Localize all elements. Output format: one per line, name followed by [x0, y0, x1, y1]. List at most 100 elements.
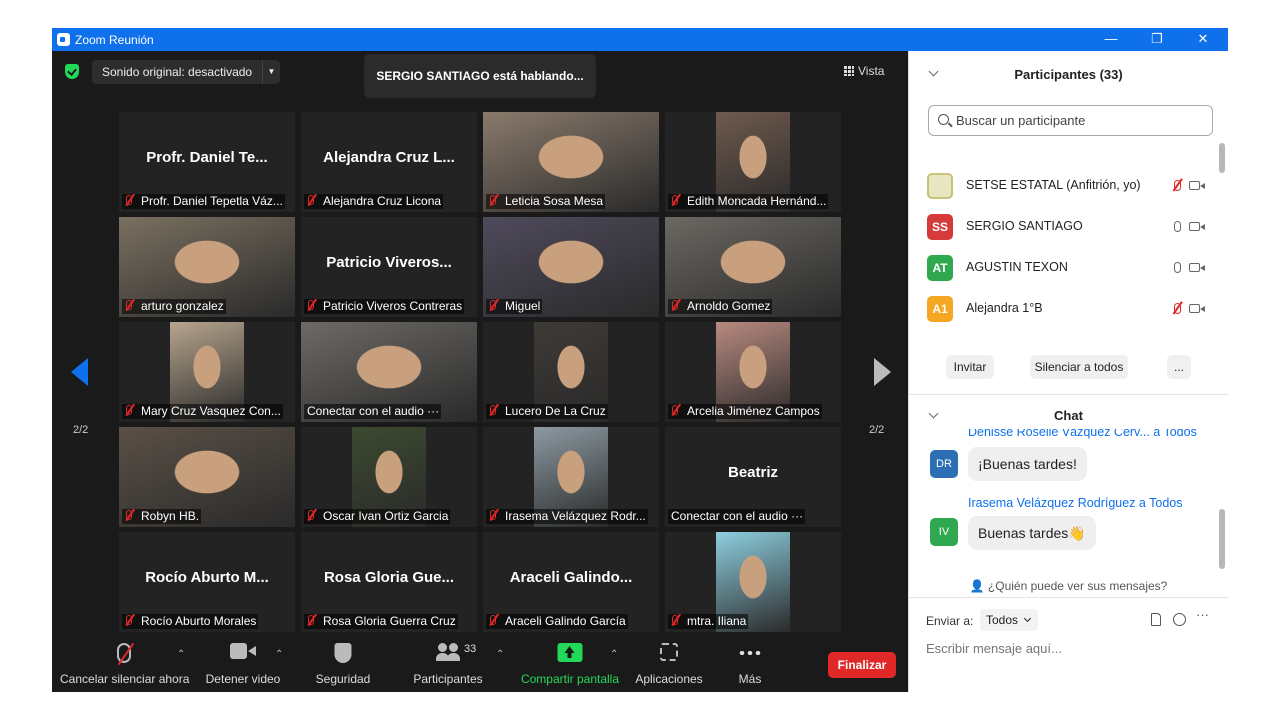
participant-name-label: Lucero De La Cruz [486, 404, 608, 419]
participants-options-caret-icon[interactable]: ⌃ [496, 649, 504, 660]
video-tile[interactable]: Arcelia Jiménez Campos [665, 322, 841, 422]
video-tile[interactable]: Profr. Daniel Te... Profr. Daniel Tepetla… [119, 112, 295, 212]
participant-name-label: Alejandra Cruz Licona [304, 194, 444, 209]
muted-microphone-icon[interactable] [1174, 180, 1181, 191]
video-tile[interactable]: Arnoldo Gomez [665, 217, 841, 317]
muted-microphone-icon[interactable] [1174, 303, 1181, 314]
unmute-button[interactable]: Cancelar silenciar ahora [60, 635, 189, 692]
share-screen-label: Compartir pantalla [520, 672, 620, 686]
participant-row[interactable]: A1 Alejandra 1°B [927, 295, 1207, 323]
participant-display-name: Rocío Aburto M... [145, 569, 269, 586]
participant-search-input[interactable]: Buscar un participante [928, 105, 1213, 136]
search-placeholder: Buscar un participante [956, 113, 1086, 128]
video-tile[interactable]: Araceli Galindo... Araceli Galindo García [483, 532, 659, 632]
view-label: Vista [858, 64, 885, 78]
video-camera-icon[interactable] [1189, 181, 1205, 190]
video-tile[interactable]: Leticia Sosa Mesa [483, 112, 659, 212]
original-sound-label: Sonido original: desactivado [102, 65, 253, 79]
video-tile[interactable]: arturo gonzalez [119, 217, 295, 317]
video-tile[interactable]: Robyn HB. [119, 427, 295, 527]
participant-name-label: mtra. Iliana [668, 614, 749, 629]
participant-name-label: Arcelia Jiménez Campos [668, 404, 822, 419]
meeting-area: Sonido original: desactivado ▼ SERGIO SA… [52, 51, 908, 692]
muted-microphone-icon [490, 300, 496, 310]
chat-message-input[interactable]: Escribir mensaje aquí... [926, 641, 1216, 661]
participant-row[interactable]: SS SERGIO SANTIAGO [927, 213, 1207, 241]
chat-scrollbar[interactable] [1219, 509, 1225, 569]
muted-microphone-icon [126, 405, 132, 415]
microphone-icon[interactable] [1174, 262, 1181, 273]
video-camera-icon[interactable] [1189, 222, 1205, 231]
muted-microphone-icon [126, 510, 132, 520]
video-tile[interactable]: Patricio Viveros... Patricio Viveros Cont… [301, 217, 477, 317]
grid-icon [844, 66, 854, 76]
participant-name-label: Oscar Ivan Ortiz Garcia [304, 509, 451, 524]
chevron-down-icon[interactable]: ▼ [262, 60, 280, 84]
participant-display-name: Beatriz [727, 464, 779, 481]
video-camera-icon[interactable] [1189, 304, 1205, 313]
participant-name: Alejandra 1°B [966, 301, 1043, 315]
page-indicator-right: 2/2 [869, 424, 885, 436]
participants-more-button[interactable]: ... [1167, 355, 1191, 379]
muted-microphone-icon [126, 300, 132, 310]
video-tile[interactable]: Irasema Velázquez Rodr... [483, 427, 659, 527]
video-tile[interactable]: Miguel [483, 217, 659, 317]
participant-name-label: Edith Moncada Hernánd... [668, 194, 829, 209]
participant-name-label: Conectar con el audio ··· [668, 509, 806, 524]
security-button[interactable]: Seguridad [308, 635, 378, 692]
participant-name: SETSE ESTATAL (Anfitrión, yo) [966, 178, 1141, 192]
who-can-see-link[interactable]: 👤 ¿Quién puede ver sus mensajes? [909, 579, 1228, 593]
video-tile[interactable]: Rosa Gloria Gue... Rosa Gloria Guerra Cru… [301, 532, 477, 632]
video-tile[interactable]: mtra. Iliana [665, 532, 841, 632]
encryption-shield-icon[interactable] [65, 64, 79, 79]
participant-row[interactable]: SETSE ESTATAL (Anfitrión, yo) [927, 172, 1207, 200]
avatar: SS [927, 214, 953, 240]
participant-name-text: Araceli Galindo García [505, 614, 626, 628]
muted-microphone-icon [490, 195, 496, 205]
participant-row[interactable]: AT AGUSTIN TEXON [927, 254, 1207, 282]
video-tile[interactable]: Oscar Ivan Ortiz Garcia [301, 427, 477, 527]
end-meeting-button[interactable]: Finalizar [828, 652, 896, 678]
original-sound-button[interactable]: Sonido original: desactivado ▼ [92, 60, 280, 84]
microphone-icon[interactable] [1174, 221, 1181, 232]
close-button[interactable]: ✕ [1180, 30, 1226, 48]
video-tile[interactable]: Mary Cruz Vasquez Con... [119, 322, 295, 422]
file-icon[interactable] [1151, 613, 1161, 626]
muted-microphone-icon [672, 195, 678, 205]
participant-name-text: Irasema Velázquez Rodr... [505, 509, 646, 523]
next-page-arrow-icon[interactable] [874, 358, 891, 386]
video-tile[interactable]: Alejandra Cruz L... Alejandra Cruz Licona [301, 112, 477, 212]
previous-page-arrow-icon[interactable] [71, 358, 88, 386]
video-options-caret-icon[interactable]: ⌃ [275, 649, 283, 660]
chat-avatar: IV [930, 518, 958, 546]
search-icon [938, 114, 949, 125]
view-button[interactable]: Vista [844, 64, 884, 78]
video-tile[interactable]: Conectar con el audio ··· [301, 322, 477, 422]
minimize-button[interactable]: — [1088, 30, 1134, 48]
participant-display-name: Araceli Galindo... [509, 569, 633, 586]
mute-all-button[interactable]: Silenciar a todos [1030, 355, 1128, 379]
video-tile[interactable]: Lucero De La Cruz [483, 322, 659, 422]
video-tile[interactable]: Edith Moncada Hernánd... [665, 112, 841, 212]
video-camera-icon[interactable] [1189, 263, 1205, 272]
more-options-icon[interactable]: ··· [1196, 607, 1209, 622]
send-to-dropdown[interactable]: Todos [980, 609, 1038, 631]
participants-scrollbar[interactable] [1219, 143, 1225, 173]
apps-button[interactable]: Aplicaciones [632, 635, 706, 692]
meeting-toolbar: Cancelar silenciar ahora ⌃ Detener video… [52, 635, 908, 692]
share-options-caret-icon[interactable]: ⌃ [610, 649, 618, 660]
restore-button[interactable]: ❐ [1134, 30, 1180, 48]
audio-options-caret-icon[interactable]: ⌃ [177, 649, 185, 660]
participant-display-name: Patricio Viveros... [326, 254, 452, 271]
stop-video-button[interactable]: Detener video [198, 635, 288, 692]
video-tile[interactable]: Beatriz Conectar con el audio ··· [665, 427, 841, 527]
participant-name-text: Patricio Viveros Contreras [323, 299, 463, 313]
invite-button[interactable]: Invitar [946, 355, 994, 379]
chat-avatar: DR [930, 450, 958, 478]
participant-name-text: Conectar con el audio ··· [671, 509, 804, 523]
participant-name-label: Profr. Daniel Tepetla Váz... [122, 194, 285, 209]
share-screen-button[interactable]: Compartir pantalla [518, 635, 622, 692]
video-tile[interactable]: Rocío Aburto M... Rocío Aburto Morales [119, 532, 295, 632]
more-button[interactable]: Más [728, 635, 772, 692]
emoji-icon[interactable] [1173, 613, 1186, 626]
